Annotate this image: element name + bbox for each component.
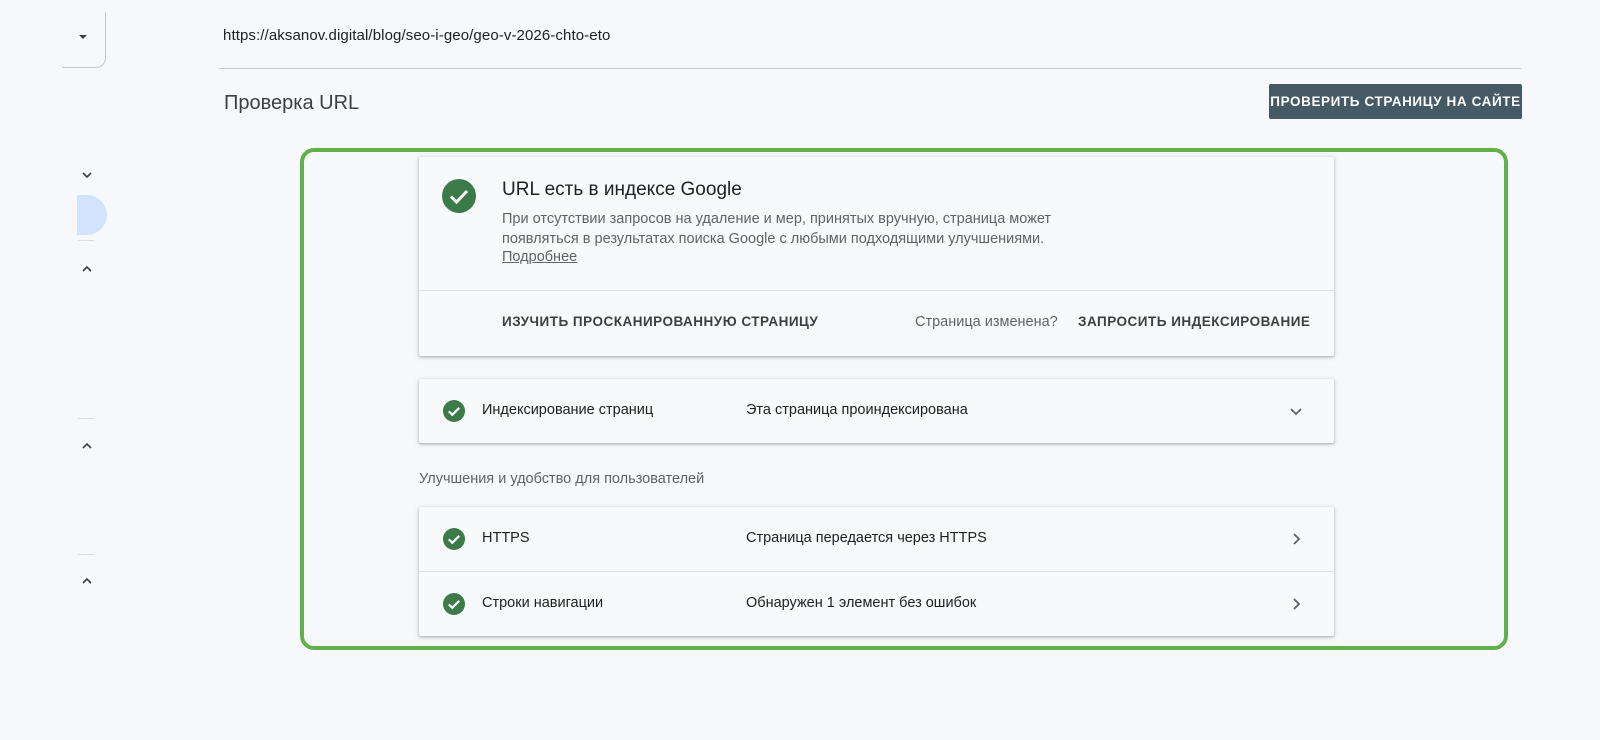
page-changed-text: Страница изменена? bbox=[915, 314, 1058, 330]
chevron-up-icon[interactable] bbox=[80, 439, 94, 453]
chevron-down-icon[interactable] bbox=[80, 168, 94, 182]
left-rail bbox=[0, 0, 110, 740]
caret-down-icon[interactable] bbox=[79, 35, 87, 39]
index-status-card: URL есть в индексе Google При отсутствии… bbox=[419, 157, 1334, 356]
url-underline bbox=[219, 68, 1521, 69]
property-selector[interactable] bbox=[62, 12, 106, 68]
breadcrumbs-value: Обнаружен 1 элемент без ошибок bbox=[746, 595, 977, 611]
check-circle-icon bbox=[443, 400, 465, 422]
status-headline: URL есть в индексе Google bbox=[502, 179, 742, 200]
chevron-up-icon[interactable] bbox=[80, 574, 94, 588]
chevron-up-icon[interactable] bbox=[80, 262, 94, 276]
view-crawled-page-button[interactable]: ИЗУЧИТЬ ПРОСКАНИРОВАННУЮ СТРАНИЦУ bbox=[502, 314, 818, 329]
test-live-url-button[interactable]: ПРОВЕРИТЬ СТРАНИЦУ НА САЙТЕ bbox=[1269, 84, 1522, 119]
chevron-right-icon[interactable] bbox=[1288, 531, 1304, 547]
request-indexing-button[interactable]: ЗАПРОСИТЬ ИНДЕКСИРОВАНИЕ bbox=[1078, 314, 1310, 329]
check-circle-icon bbox=[443, 593, 465, 615]
status-description: При отсутствии запросов на удаление и ме… bbox=[502, 211, 1052, 247]
page-indexing-row[interactable]: Индексирование страниц Эта страница прои… bbox=[419, 379, 1334, 443]
nav-divider bbox=[78, 418, 94, 419]
card-divider bbox=[419, 290, 1334, 291]
https-value: Страница передается через HTTPS bbox=[746, 530, 987, 546]
page-indexing-label: Индексирование страниц bbox=[482, 402, 654, 418]
page-indexing-value: Эта страница проиндексирована bbox=[746, 402, 968, 418]
check-circle-icon bbox=[443, 528, 465, 550]
https-row[interactable]: HTTPS Страница передается через HTTPS bbox=[419, 507, 1334, 572]
learn-more-link[interactable]: Подробнее bbox=[502, 249, 577, 265]
breadcrumbs-label: Строки навигации bbox=[482, 595, 604, 611]
page-indexing-card: Индексирование страниц Эта страница прои… bbox=[419, 379, 1334, 443]
chevron-right-icon[interactable] bbox=[1288, 596, 1304, 612]
nav-divider bbox=[78, 554, 94, 555]
https-label: HTTPS bbox=[482, 530, 530, 546]
nav-selected-indicator[interactable] bbox=[77, 195, 107, 235]
nav-divider bbox=[78, 240, 94, 241]
check-circle-icon bbox=[442, 179, 476, 213]
enhancements-section-title: Улучшения и удобство для пользователей bbox=[419, 471, 705, 487]
chevron-down-icon[interactable] bbox=[1288, 403, 1304, 419]
breadcrumbs-row[interactable]: Строки навигации Обнаружен 1 элемент без… bbox=[419, 572, 1334, 636]
inspected-url[interactable]: https://aksanov.digital/blog/seo-i-geo/g… bbox=[223, 27, 610, 44]
page-title: Проверка URL bbox=[224, 92, 360, 114]
enhancements-card: HTTPS Страница передается через HTTPS Ст… bbox=[419, 507, 1334, 636]
